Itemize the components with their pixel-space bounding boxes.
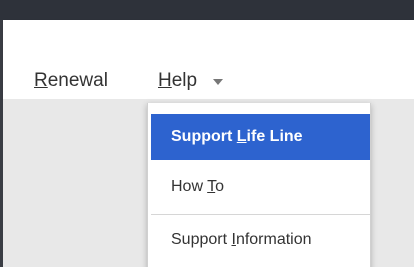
menu-item-label: Support <box>171 231 232 248</box>
help-dropdown-menu: Support Life Line How To Support Informa… <box>147 103 371 267</box>
menu-item-accelerator: T <box>207 178 216 195</box>
menu-separator <box>151 214 370 215</box>
menu-renewal[interactable]: Renewal <box>34 70 108 92</box>
menu-item-label: How <box>171 178 208 195</box>
menu-item-label: o <box>215 178 225 195</box>
menu-bar: Renewal Help <box>3 20 414 99</box>
menu-help-label: Help <box>158 70 198 91</box>
menu-item-how-to[interactable]: How To <box>151 164 370 210</box>
menu-item-label: ife Line <box>246 128 303 145</box>
menu-item-label: nformation <box>235 231 312 248</box>
chevron-down-icon <box>213 79 224 85</box>
menu-item-accelerator: L <box>236 128 247 145</box>
app-window: Renewal Help Support Life Line How To Su… <box>0 0 414 267</box>
menu-help[interactable]: Help <box>158 70 224 92</box>
menu-item-support-information[interactable]: Support Information <box>151 217 370 263</box>
menu-item-support-life-line[interactable]: Support Life Line <box>151 114 370 160</box>
window-title-strip <box>0 0 414 20</box>
menu-item-label: Support <box>171 128 237 145</box>
